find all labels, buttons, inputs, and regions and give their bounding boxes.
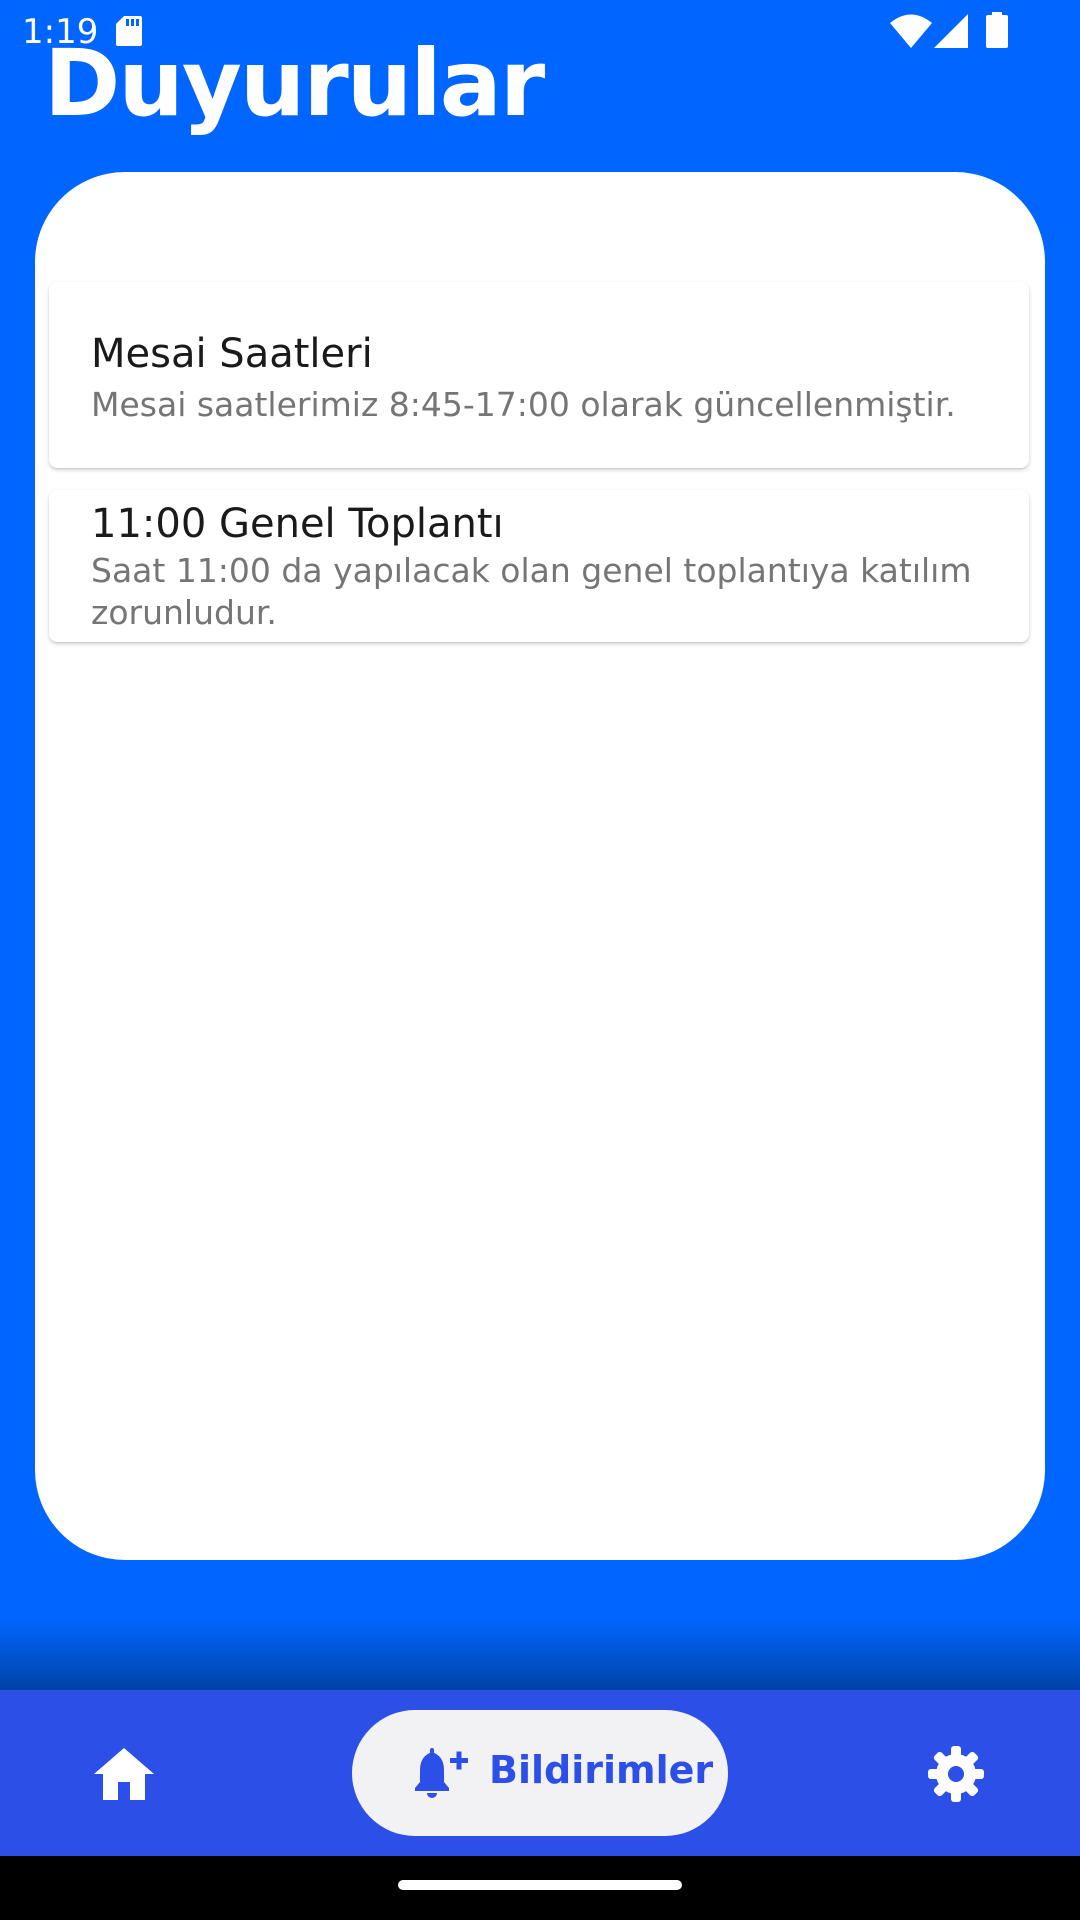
nav-shadow xyxy=(0,1620,1080,1690)
wifi-icon xyxy=(890,14,932,48)
gear-icon[interactable] xyxy=(924,1742,988,1806)
signal-icon xyxy=(934,14,968,48)
battery-icon xyxy=(986,12,1008,48)
announcement-body: Saat 11:00 da yapılacak olan genel topla… xyxy=(91,550,987,634)
announcements-card: Mesai Saatleri Mesai saatlerimiz 8:45-17… xyxy=(35,172,1045,1560)
bell-plus-icon xyxy=(415,1748,468,1798)
tab-label: Bildirimler xyxy=(489,1748,714,1792)
tab-bildirimler[interactable]: Bildirimler xyxy=(352,1710,728,1836)
announcement-item[interactable]: 11:00 Genel Toplantı Saat 11:00 da yapıl… xyxy=(49,490,1029,642)
bottom-navigation: Bildirimler xyxy=(0,1690,1080,1856)
home-icon[interactable] xyxy=(92,1742,156,1806)
announcement-body-line: Saat 11:00 da yapılacak olan genel topla… xyxy=(91,551,972,590)
announcement-body: Mesai saatlerimiz 8:45-17:00 olarak günc… xyxy=(91,385,956,424)
page-title: Duyurular xyxy=(44,30,545,137)
announcement-item[interactable]: Mesai Saatleri Mesai saatlerimiz 8:45-17… xyxy=(49,282,1029,468)
announcement-body-line: zorunludur. xyxy=(91,593,277,632)
system-gesture-bar xyxy=(0,1856,1080,1920)
announcement-title: 11:00 Genel Toplantı xyxy=(91,501,504,547)
announcement-title: Mesai Saatleri xyxy=(91,331,373,377)
gesture-handle[interactable] xyxy=(398,1880,682,1890)
announcement-list: Mesai Saatleri Mesai saatlerimiz 8:45-17… xyxy=(49,282,1029,664)
